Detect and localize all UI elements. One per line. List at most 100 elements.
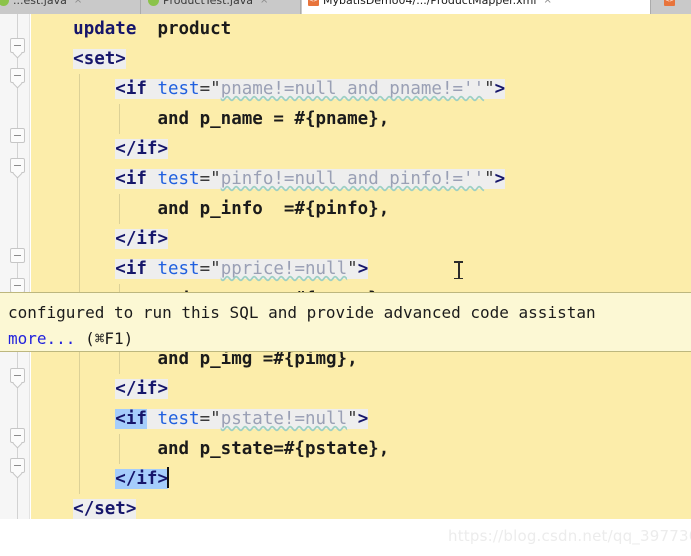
code-token: = <box>199 79 211 99</box>
code-token: </if> <box>115 139 168 159</box>
tooltip-more-link[interactable]: more... <box>8 329 75 348</box>
editor-tab-producttest-partial[interactable]: ...est.java × <box>0 0 142 14</box>
code-token: <if <box>115 79 158 99</box>
java-class-icon <box>0 0 9 6</box>
code-line[interactable]: and p_state=#{pstate}, <box>31 434 691 464</box>
close-icon[interactable]: × <box>260 0 268 6</box>
tab-divider <box>300 0 301 14</box>
collapse-fold-icon[interactable] <box>10 368 25 389</box>
code-token: " <box>347 259 358 279</box>
indent-guide <box>79 164 80 194</box>
code-token <box>146 409 158 429</box>
collapse-fold-icon[interactable] <box>10 38 25 59</box>
editor-tab-productmapper-xml[interactable]: <> MybatisDemo04/.../ProductMapper.xml × <box>302 0 650 14</box>
code-line[interactable]: </if> <box>31 374 691 404</box>
indent-guide <box>119 104 120 134</box>
code-line[interactable]: <if test="pprice!=null"> <box>31 254 691 284</box>
code-token: <if <box>115 409 147 429</box>
tab-divider <box>140 0 141 14</box>
code-line[interactable]: <if test="pinfo!=null and pinfo!=''"> <box>31 164 691 194</box>
code-line[interactable]: </if> <box>31 464 691 494</box>
indent-guide <box>79 74 80 104</box>
collapse-fold-icon[interactable] <box>10 248 25 263</box>
code-line[interactable]: <if test="pname!=null and pname!=''"> <box>31 74 691 104</box>
code-token: and p_state=#{pstate}, <box>157 439 390 459</box>
tooltip-more-row: more... (⌘F1) <box>8 326 683 351</box>
minus-icon <box>10 248 25 263</box>
code-token: " <box>210 79 221 99</box>
code-token: test <box>157 79 200 99</box>
code-token: and p_info =#{pinfo}, <box>157 199 390 219</box>
code-token: update <box>73 19 137 39</box>
code-token: <if <box>115 169 158 189</box>
code-token: pprice!=null <box>220 259 348 279</box>
code-token: " <box>484 169 495 189</box>
editor-tab-label: ProductTest.java <box>163 0 253 7</box>
code-token: and p_name = #{pname}, <box>157 109 390 129</box>
collapse-fold-icon[interactable] <box>10 428 25 449</box>
code-token: > <box>357 409 369 429</box>
code-token: > <box>357 259 369 279</box>
indent-guide <box>79 464 80 494</box>
minus-icon <box>10 128 25 143</box>
collapse-fold-icon[interactable] <box>10 458 25 479</box>
code-token: test <box>157 169 200 189</box>
code-token: test <box>157 259 200 279</box>
editor-gutter[interactable] <box>0 14 30 556</box>
collapse-fold-icon[interactable] <box>10 68 25 89</box>
blog-watermark: https://blog.csdn.net/qq_39773004 <box>448 527 691 545</box>
code-token: = <box>199 169 211 189</box>
indent-guide <box>79 254 80 284</box>
code-editor-area[interactable]: update product <set> <if test="pname!=nu… <box>31 14 691 556</box>
editor-tab-extra-xml[interactable]: <> <box>658 0 691 14</box>
editor-tab-bar[interactable]: ...est.java × ProductTest.java × <> Myba… <box>0 0 691 14</box>
code-line[interactable]: <if test="pstate!=null"> <box>31 404 691 434</box>
tab-divider <box>650 0 651 14</box>
close-icon[interactable]: × <box>543 0 551 6</box>
code-token: and p_img =#{pimg}, <box>157 349 358 369</box>
tooltip-message: configured to run this SQL and provide a… <box>8 303 596 322</box>
indent-guide <box>119 434 120 464</box>
indent-guide <box>79 434 80 464</box>
code-token: > <box>494 79 506 99</box>
code-token: pstate!=null <box>220 409 348 429</box>
code-token: = <box>199 409 211 429</box>
code-line[interactable]: </if> <box>31 224 691 254</box>
code-token: </if> <box>115 469 168 489</box>
sql-dialect-inspection-tooltip[interactable]: configured to run this SQL and provide a… <box>0 292 691 352</box>
xml-file-icon: <> <box>308 0 319 6</box>
editor-tab-label: ...est.java <box>13 0 67 7</box>
code-line[interactable]: and p_info =#{pinfo}, <box>31 194 691 224</box>
close-icon[interactable]: × <box>74 0 82 6</box>
code-token: " <box>210 409 221 429</box>
tooltip-shortcut: (⌘F1) <box>75 329 134 348</box>
collapse-fold-icon[interactable] <box>10 158 25 179</box>
collapse-fold-icon[interactable] <box>10 278 25 299</box>
code-line[interactable]: <set> <box>31 44 691 74</box>
code-token: " <box>347 409 358 429</box>
code-token: " <box>210 259 221 279</box>
indent-guide <box>79 404 80 434</box>
editor-tab-producttest-java[interactable]: ProductTest.java × <box>142 0 302 14</box>
editor-tab-label: MybatisDemo04/.../ProductMapper.xml <box>323 0 537 7</box>
code-line[interactable]: and p_name = #{pname}, <box>31 104 691 134</box>
code-token: </if> <box>115 229 168 249</box>
indent-guide <box>79 104 80 134</box>
code-line[interactable]: update product <box>31 14 691 44</box>
collapse-fold-icon[interactable] <box>10 128 25 143</box>
code-line[interactable]: </if> <box>31 134 691 164</box>
indent-guide <box>79 134 80 164</box>
